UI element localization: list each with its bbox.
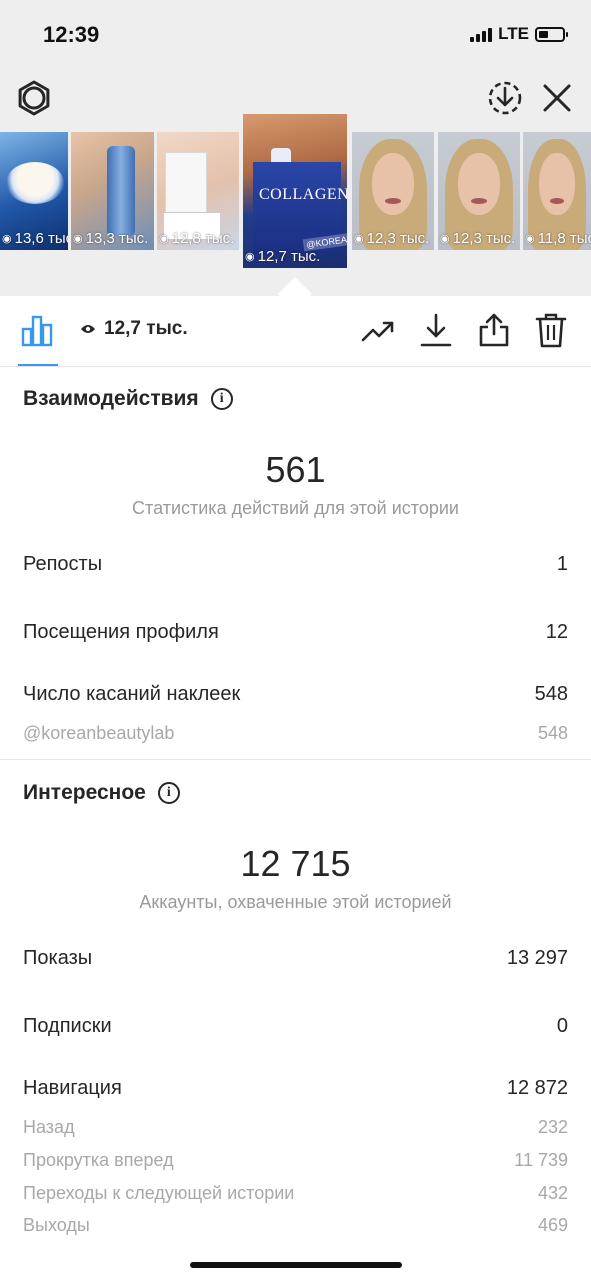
stat-row-impressions: Показы 13 297 (23, 947, 568, 970)
sub-stat-value: 548 (537, 723, 568, 743)
stat-label: Подписки (23, 1015, 112, 1037)
stat-value: 12 872 (506, 1077, 568, 1099)
stat-value: 12 (545, 621, 568, 643)
story-thumbnail[interactable]: ◉ 12,3 тыс. (352, 132, 434, 250)
discovery-caption: Аккаунты, охваченные этой историей (139, 892, 452, 912)
eye-icon: ◉ (245, 251, 255, 263)
interactions-title: Взаимодействия (23, 387, 199, 410)
story-thumbnail[interactable]: ◉11,8 тыс. (523, 132, 591, 250)
story-views: ◉ 12,7 тыс. (245, 248, 321, 265)
bar-chart-icon (21, 315, 53, 347)
network-type: LTE (498, 24, 529, 43)
battery-icon (535, 26, 568, 42)
download-icon[interactable] (418, 312, 454, 348)
discovery-section-title: Интересное i (23, 781, 180, 805)
signal-icon (470, 26, 493, 42)
sub-stat-label: Прокрутка вперед (23, 1150, 174, 1170)
views-total-value: 12,7 тыс. (104, 318, 188, 339)
eye-icon: ◉ (525, 233, 535, 245)
stat-value: 13 297 (506, 947, 568, 969)
stat-label: Навигация (23, 1077, 122, 1099)
sub-stat-row-forward: Прокрутка вперед 11 739 (23, 1150, 568, 1171)
sub-stat-row-exits: Выходы 469 (23, 1215, 568, 1236)
close-icon[interactable] (538, 79, 576, 117)
story-views: ◉ 12,8 тыс. (159, 230, 235, 247)
bottle-image (107, 146, 135, 236)
stat-row-sticker-taps: Число касаний наклеек 548 (23, 683, 568, 706)
sub-stat-row-back: Назад 232 (23, 1117, 568, 1138)
stat-row-reposts: Репосты 1 (23, 553, 568, 576)
interactions-total: 561 (265, 449, 326, 490)
stat-label: Посещения профиля (23, 621, 219, 643)
story-header-area: 12:39 LTE ◉13,6 тыс. ◉13,3 тыс. ◉12,8 (0, 0, 591, 296)
eye-icon: ◉ (73, 233, 83, 245)
stat-row-profile-visits: Посещения профиля 12 (23, 621, 568, 644)
section-divider (0, 759, 591, 760)
sub-stat-row-mention: @koreanbeautylab 548 (23, 723, 568, 744)
mouth-shape (550, 198, 564, 204)
story-thumbnail-strip: ◉13,6 тыс. ◉13,3 тыс. ◉12,8 тыс. COLLAGE… (0, 114, 591, 274)
face-shape (539, 153, 575, 215)
eye-icon (81, 325, 95, 333)
face-shape (371, 153, 415, 215)
sub-stat-label: Выходы (23, 1215, 90, 1235)
sub-stat-label: @koreanbeautylab (23, 723, 175, 743)
product-brand-text: COLLAGEN (259, 186, 347, 203)
download-circle-icon[interactable] (485, 78, 525, 118)
story-views: ◉ 12,3 тыс. (440, 230, 516, 247)
story-thumbnail[interactable]: ◉ 12,8 тыс. (157, 132, 239, 250)
sub-stat-row-next-story: Переходы к следующей истории 432 (23, 1183, 568, 1204)
mouth-shape (384, 198, 402, 204)
stat-row-navigation: Навигация 12 872 (23, 1077, 568, 1100)
story-views: ◉ 13,3 тыс. (73, 230, 149, 247)
info-icon[interactable]: i (210, 388, 233, 410)
stat-label: Показы (23, 947, 93, 969)
eye-icon: ◉ (2, 233, 12, 245)
story-views: ◉ 12,3 тыс. (354, 230, 430, 247)
sub-stat-value: 469 (537, 1215, 568, 1235)
eye-icon: ◉ (354, 233, 364, 245)
sub-stat-value: 432 (537, 1183, 568, 1203)
sub-stat-value: 11 739 (514, 1150, 568, 1170)
status-indicators: LTE (470, 24, 568, 44)
stat-value: 548 (534, 683, 568, 705)
story-views: ◉13,6 тыс. (2, 230, 68, 247)
views-total: 12,7 тыс. (80, 318, 188, 340)
discovery-total: 12 715 (240, 843, 351, 884)
gear-icon[interactable] (14, 78, 54, 118)
mouth-shape (470, 198, 488, 204)
cream-jar-image (6, 162, 64, 204)
stat-row-follows: Подписки 0 (23, 1015, 568, 1038)
story-toolbar: 12,7 тыс. (0, 296, 591, 367)
sub-stat-label: Назад (23, 1117, 75, 1137)
stat-value: 0 (556, 1015, 568, 1037)
status-time: 12:39 (43, 22, 100, 47)
sub-stat-label: Переходы к следующей истории (23, 1183, 295, 1203)
story-thumbnail[interactable]: ◉ 12,3 тыс. (438, 132, 520, 250)
story-thumbnail[interactable]: ◉13,6 тыс. (0, 132, 68, 250)
home-indicator[interactable] (190, 1262, 402, 1268)
trash-icon[interactable] (533, 312, 569, 348)
story-thumbnail-selected[interactable]: COLLAGEN @KOREANBEAUTYLAB ◉ 12,7 тыс. (243, 114, 347, 268)
tab-insights[interactable] (18, 310, 58, 366)
eye-icon: ◉ (440, 233, 450, 245)
face-shape (457, 153, 501, 215)
discovery-title: Интересное (23, 781, 146, 804)
interactions-section-title: Взаимодействия i (23, 387, 233, 411)
stat-label: Число касаний наклеек (23, 683, 241, 705)
eye-icon: ◉ (159, 233, 169, 245)
stat-value: 1 (556, 553, 568, 575)
trend-icon[interactable] (360, 312, 396, 348)
info-icon[interactable]: i (157, 782, 180, 804)
story-thumbnail[interactable]: ◉ 13,3 тыс. (71, 132, 154, 250)
stat-label: Репосты (23, 553, 103, 575)
interactions-caption: Статистика действий для этой истории (132, 498, 459, 518)
story-views: ◉11,8 тыс. (525, 230, 591, 247)
sub-stat-value: 232 (537, 1117, 568, 1137)
share-icon[interactable] (476, 312, 512, 348)
